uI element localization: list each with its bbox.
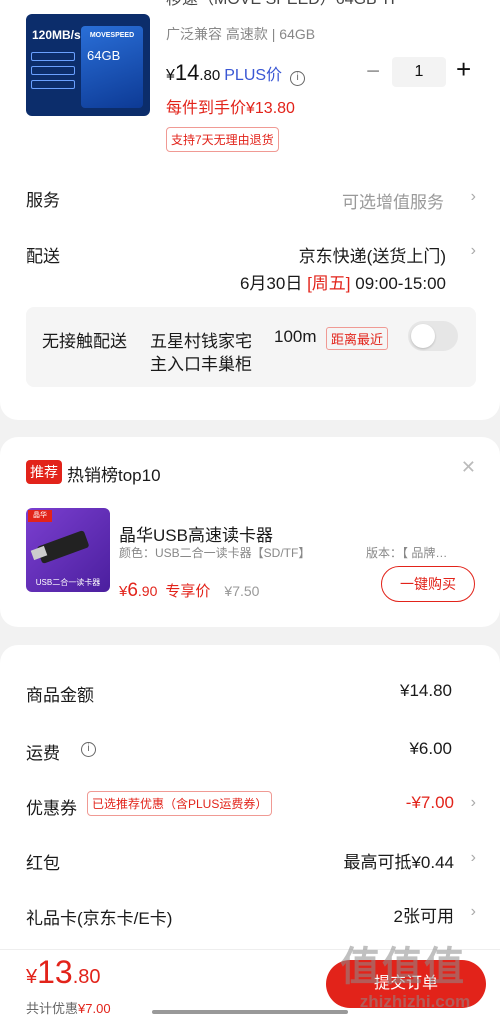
- watermark-logo: 值值值 zhizhizhi.com: [340, 945, 471, 1011]
- toggle-knob: [411, 324, 435, 348]
- coupon-value[interactable]: -¥7.00: [406, 793, 454, 813]
- product-card: 120MB/s MOVESPEED 64GB 移速（MOVE SPEED）64G…: [0, 0, 500, 420]
- contactless-delivery: 无接触配送 五星村钱家宅 主入口丰巢柜 100m 距离最近: [26, 307, 476, 387]
- recommend-item-version: 版本：【 品牌…: [366, 546, 448, 560]
- arrive-price: 每件到手价¥13.80: [166, 100, 295, 117]
- total-price: ¥ 13 .80: [26, 954, 101, 990]
- thumb-label: USB二合一读卡器: [35, 578, 101, 587]
- thumb-speed: 120MB/s: [32, 28, 81, 42]
- product-title: 移速（MOVE SPEED）64GB TF: [166, 0, 466, 10]
- recommend-thumbnail[interactable]: 晶华 USB二合一读卡器: [26, 508, 110, 592]
- total-saved: 共计优惠¥7.00: [26, 1001, 111, 1016]
- coupon-label: 优惠券: [26, 799, 77, 818]
- redpacket-label: 红包: [26, 854, 60, 873]
- quantity-input[interactable]: 1: [392, 57, 446, 87]
- goods-amount-label: 商品金额: [26, 686, 94, 705]
- recommend-item-price: ¥ 6 .90 专享价 ¥7.50: [119, 580, 260, 601]
- product-price: ¥ 14 .80 PLUS价 i: [166, 60, 306, 86]
- info-icon[interactable]: i: [290, 71, 306, 86]
- delivery-carrier[interactable]: 京东快递(送货上门): [299, 242, 446, 267]
- locker-address-line2: 主入口丰巢柜: [150, 355, 252, 374]
- freight-value: ¥6.00: [409, 739, 452, 758]
- thumb-feature-3: [31, 80, 75, 89]
- product-thumbnail[interactable]: 120MB/s MOVESPEED 64GB: [26, 14, 150, 116]
- delivery-label: 配送: [26, 247, 60, 266]
- recommend-item-name[interactable]: 晶华USB高速读卡器: [119, 521, 273, 546]
- locker-address-line1: 五星村钱家宅: [150, 332, 252, 351]
- plus-price-label: PLUS价: [224, 67, 283, 84]
- goods-amount-value: ¥14.80: [400, 681, 452, 700]
- quantity-increase-button[interactable]: +: [456, 54, 471, 85]
- contactless-label: 无接触配送: [42, 332, 127, 351]
- close-icon[interactable]: ✕: [461, 457, 476, 478]
- recommend-card: 推荐 热销榜top10 ✕ 晶华 USB二合一读卡器 晶华USB高速读卡器 颜色…: [0, 437, 500, 627]
- thumb-feature-1: [31, 52, 75, 61]
- freight-info-icon[interactable]: i: [81, 742, 96, 757]
- service-label: 服务: [26, 191, 60, 210]
- freight-label: 运费: [26, 744, 60, 763]
- service-chevron-icon[interactable]: ›: [471, 188, 476, 206]
- locker-distance: 100m: [274, 327, 317, 346]
- delivery-chevron-icon[interactable]: ›: [471, 242, 476, 260]
- product-spec: 广泛兼容 高速款 | 64GB: [166, 26, 316, 42]
- recommend-item-spec: 颜色：USB二合一读卡器【SD/TF】: [119, 546, 311, 560]
- price-summary-card: 商品金额 ¥14.80 运费 i ¥6.00 优惠券 已选推荐优惠（含PLUS运…: [0, 645, 500, 965]
- thumb-feature-2: [31, 66, 75, 75]
- delivery-time[interactable]: 6月30日 [周五] 09:00-15:00: [240, 269, 446, 294]
- thumb-capacity: 64GB: [87, 48, 121, 63]
- redpacket-value[interactable]: 最高可抵¥0.44: [343, 848, 454, 873]
- thumb-logo: 晶华: [28, 510, 52, 522]
- one-click-buy-button[interactable]: 一键购买: [381, 566, 475, 602]
- contactless-toggle[interactable]: [408, 321, 458, 351]
- giftcard-label: 礼品卡(京东卡/E卡): [26, 909, 173, 928]
- sd-card-image: MOVESPEED 64GB: [81, 26, 143, 108]
- thumb-brand: MOVESPEED: [89, 32, 135, 39]
- recommend-tag: 推荐: [26, 460, 62, 484]
- return-policy-badge: 支持7天无理由退货: [166, 127, 279, 152]
- nearest-badge: 距离最近: [326, 327, 389, 350]
- service-value[interactable]: 可选增值服务: [342, 188, 444, 213]
- coupon-tag: 已选推荐优惠（含PLUS运费券）: [87, 791, 273, 816]
- quantity-decrease-button[interactable]: −: [366, 58, 380, 86]
- recommend-title: 热销榜top10: [67, 466, 161, 485]
- giftcard-chevron-icon[interactable]: ›: [471, 903, 476, 921]
- giftcard-value[interactable]: 2张可用: [394, 902, 454, 927]
- redpacket-chevron-icon[interactable]: ›: [471, 849, 476, 867]
- coupon-chevron-icon[interactable]: ›: [471, 794, 476, 812]
- home-indicator[interactable]: [152, 1010, 348, 1014]
